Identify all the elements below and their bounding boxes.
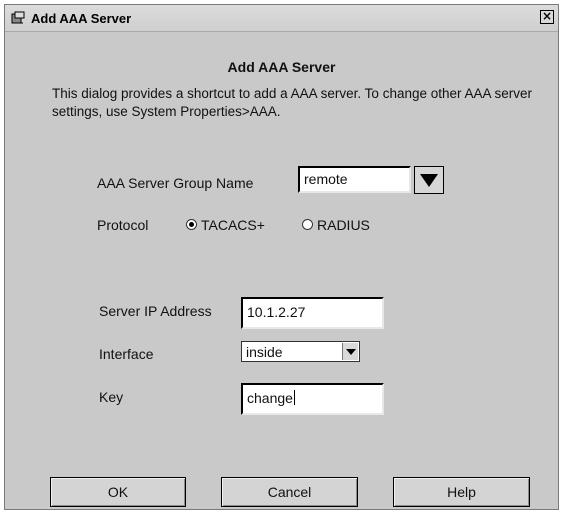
protocol-label: Protocol <box>97 217 149 233</box>
window-title: Add AAA Server <box>31 11 132 26</box>
server-ip-field[interactable]: 10.1.2.27 <box>241 297 384 329</box>
radio-radius[interactable] <box>302 219 313 230</box>
key-field-value: change <box>247 390 293 406</box>
server-wizard-icon <box>11 11 25 25</box>
add-aaa-server-dialog: Add AAA Server × Add AAA Server This dia… <box>4 4 559 510</box>
interface-select-value: inside <box>246 344 283 360</box>
close-icon[interactable]: × <box>540 10 554 24</box>
group-name-dropdown-button[interactable] <box>414 166 444 194</box>
radio-tacacs-label[interactable]: TACACS+ <box>201 217 265 233</box>
text-cursor <box>293 390 295 405</box>
key-label: Key <box>99 389 124 405</box>
group-name-label: AAA Server Group Name <box>97 175 254 191</box>
key-field[interactable]: change <box>241 383 384 415</box>
server-ip-label: Server IP Address <box>99 303 212 319</box>
dialog-heading: Add AAA Server <box>227 59 336 75</box>
chevron-down-icon <box>420 174 438 187</box>
radio-tacacs[interactable] <box>186 219 197 230</box>
interface-select[interactable]: inside <box>241 341 360 362</box>
title-bar[interactable]: Add AAA Server × <box>5 5 558 32</box>
interface-label: Interface <box>99 346 154 362</box>
chevron-down-icon <box>346 349 356 355</box>
cancel-button[interactable]: Cancel <box>221 477 358 507</box>
group-name-field[interactable]: remote <box>298 166 411 193</box>
dialog-description: This dialog provides a shortcut to add a… <box>52 86 533 119</box>
interface-dropdown-button[interactable] <box>342 343 358 360</box>
help-button[interactable]: Help <box>393 477 530 507</box>
radio-selected-dot <box>189 222 194 227</box>
ok-button[interactable]: OK <box>50 477 186 507</box>
radio-radius-label[interactable]: RADIUS <box>317 217 370 233</box>
